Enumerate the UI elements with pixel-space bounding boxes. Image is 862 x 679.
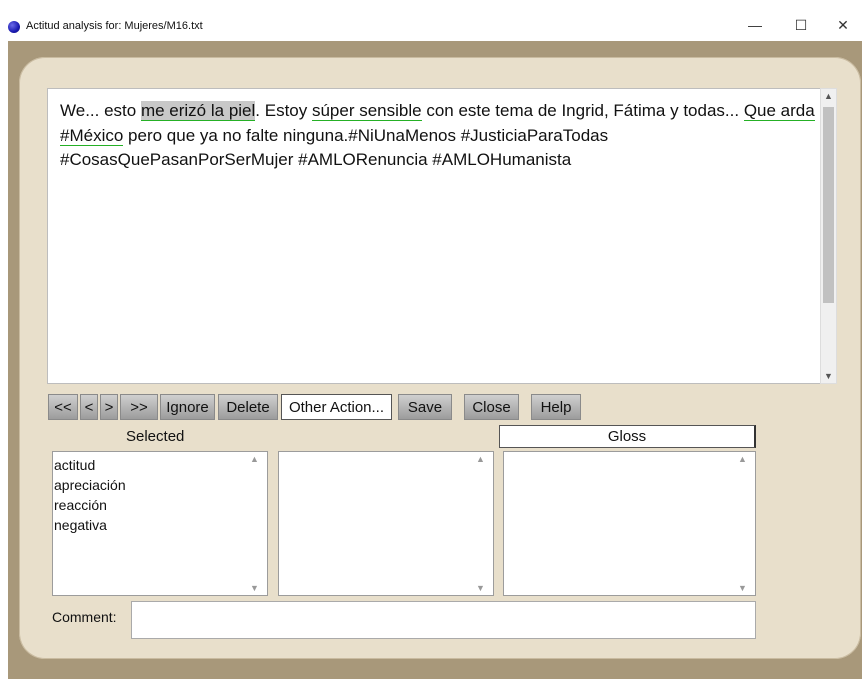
scroll-down-icon[interactable]: ▼: [738, 583, 747, 593]
list-item[interactable]: apreciación: [54, 475, 126, 495]
scroll-down-icon[interactable]: ▼: [250, 583, 259, 593]
gloss-list[interactable]: ▲ ▼: [503, 451, 756, 596]
maximize-button[interactable]: ☐: [786, 14, 816, 36]
close-window-button[interactable]: ✕: [828, 14, 858, 36]
highlighted-annotation[interactable]: me erizó la piel: [140, 101, 256, 121]
next-button[interactable]: >: [100, 394, 118, 420]
list-item[interactable]: negativa: [54, 515, 126, 535]
list-item[interactable]: reacción: [54, 495, 126, 515]
last-button[interactable]: >>: [120, 394, 158, 420]
help-button[interactable]: Help: [531, 394, 581, 420]
delete-button[interactable]: Delete: [218, 394, 278, 420]
text-display[interactable]: We... esto me erizó la piel. Estoy súper…: [47, 88, 822, 384]
text-segment: . Estoy: [255, 101, 312, 120]
title-bar: Actitud analysis for: Mujeres/M16.txt — …: [0, 0, 862, 40]
scroll-down-icon[interactable]: ▼: [476, 583, 485, 593]
scroll-up-icon[interactable]: ▲: [250, 454, 259, 464]
selected-list[interactable]: actitud apreciación reacción negativa ▲ …: [52, 451, 268, 596]
text-segment: pero que ya no falte ninguna.#NiUnaMenos…: [60, 125, 609, 170]
list-scrollbar[interactable]: ▲ ▼: [244, 452, 267, 595]
list-scrollbar[interactable]: ▲ ▼: [732, 452, 755, 595]
list-item[interactable]: actitud: [54, 455, 126, 475]
ignore-button[interactable]: Ignore: [160, 394, 215, 420]
save-button[interactable]: Save: [398, 394, 452, 420]
scroll-up-icon[interactable]: ▲: [821, 89, 836, 103]
selected-items: actitud apreciación reacción negativa: [54, 455, 126, 535]
text-scrollbar[interactable]: ▲ ▼: [820, 88, 837, 384]
close-button[interactable]: Close: [464, 394, 519, 420]
comment-label: Comment:: [52, 609, 117, 625]
minimize-button[interactable]: —: [740, 14, 770, 36]
list-scrollbar[interactable]: ▲ ▼: [470, 452, 493, 595]
text-segment: con este tema de Ingrid, Fátima y todas.…: [421, 101, 744, 120]
prev-button[interactable]: <: [80, 394, 98, 420]
comment-input[interactable]: [131, 601, 756, 639]
window-title: Actitud analysis for: Mujeres/M16.txt: [26, 20, 203, 32]
app-globe-icon: [8, 21, 20, 33]
scroll-up-icon[interactable]: ▲: [738, 454, 747, 464]
tweet-text: We... esto me erizó la piel. Estoy súper…: [60, 99, 820, 173]
options-list[interactable]: ▲ ▼: [278, 451, 494, 596]
scroll-thumb[interactable]: [823, 107, 834, 303]
text-segment: We... esto: [60, 101, 141, 120]
scroll-down-icon[interactable]: ▼: [821, 369, 836, 383]
other-action-button[interactable]: Other Action...: [281, 394, 392, 420]
selected-label: Selected: [126, 428, 185, 445]
gloss-button[interactable]: Gloss: [499, 425, 756, 448]
first-button[interactable]: <<: [48, 394, 78, 420]
scroll-up-icon[interactable]: ▲: [476, 454, 485, 464]
annotated-phrase[interactable]: súper sensible: [311, 101, 422, 121]
